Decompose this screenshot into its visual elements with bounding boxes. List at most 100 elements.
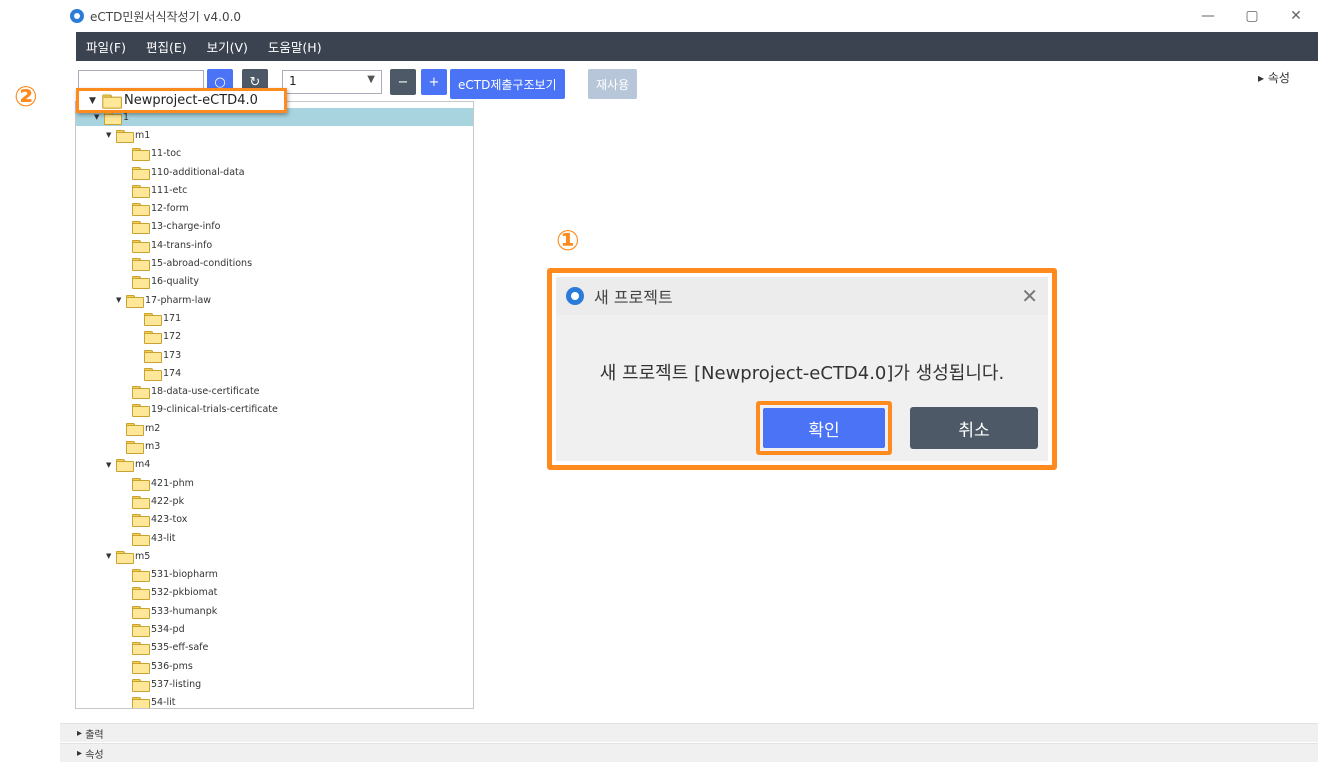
folder-icon	[116, 550, 134, 564]
tree-node[interactable]: m3	[76, 437, 160, 455]
menu-file[interactable]: 파일(F)	[76, 37, 136, 56]
tree-node[interactable]: 13-charge-info	[76, 218, 220, 236]
tree-node-label: m3	[145, 441, 161, 453]
expand-arrow-icon[interactable]: ▼	[106, 461, 116, 469]
tree-node[interactable]: 16-quality	[76, 273, 199, 291]
folder-icon	[132, 678, 150, 692]
expand-arrow-icon[interactable]: ▼	[106, 552, 116, 560]
tree-node[interactable]: ▼ m5	[76, 547, 150, 565]
tree-node[interactable]: m2	[76, 419, 160, 437]
tree-node[interactable]: 14-trans-info	[76, 236, 212, 254]
tree-node-label: 19-clinical-trials-certificate	[151, 404, 278, 416]
properties-label: 속성	[85, 749, 104, 761]
tree-node[interactable]: 171	[76, 309, 181, 327]
tree-node[interactable]: 173	[76, 346, 181, 364]
tree-node-label: 110-additional-data	[151, 166, 245, 178]
tree-node[interactable]: 537-listing	[76, 675, 201, 693]
maximize-button[interactable]: ▢	[1230, 0, 1274, 32]
tree-node[interactable]: 533-humanpk	[76, 602, 217, 620]
folder-icon	[116, 129, 134, 143]
tree-node-label: 422-pk	[151, 495, 185, 507]
tree-node[interactable]: 532-pkbiomat	[76, 584, 217, 602]
tree-node-label: 534-pd	[151, 624, 185, 636]
tree-node[interactable]: 15-abroad-conditions	[76, 254, 252, 272]
folder-icon	[116, 459, 134, 473]
tree-node[interactable]: ▼ m1	[76, 126, 150, 144]
tree-node[interactable]: 18-data-use-certificate	[76, 383, 260, 401]
root-node-label: Newproject-eCTD4.0	[124, 93, 258, 108]
close-icon[interactable]: ✕	[1021, 284, 1038, 308]
marker-two: ②	[14, 80, 38, 113]
folder-icon	[132, 203, 150, 217]
level-select[interactable]: 1 ▼	[282, 70, 382, 94]
chevron-down-icon: ▼	[367, 74, 375, 85]
menu-bar: 파일(F) 편집(E) 보기(V) 도움말(H)	[76, 32, 1318, 61]
menu-help[interactable]: 도움말(H)	[258, 37, 332, 56]
collapse-button[interactable]: −	[390, 69, 416, 95]
tree-node[interactable]: 534-pd	[76, 620, 185, 638]
dialog-body: 새 프로젝트 ✕ 새 프로젝트 [Newproject-eCTD4.0]가 생성…	[556, 277, 1048, 461]
tree-node[interactable]: 535-eff-safe	[76, 639, 208, 657]
properties-panel-toggle[interactable]: ▸ 속성	[60, 743, 1318, 762]
folder-icon	[132, 166, 150, 180]
tree-node-label: m4	[135, 459, 151, 471]
tree-node[interactable]: 11-toc	[76, 145, 181, 163]
level-select-value: 1	[289, 74, 297, 88]
app-logo-icon	[566, 287, 584, 305]
ok-button-highlight: 확인	[756, 401, 892, 455]
tree-node[interactable]: 536-pms	[76, 657, 193, 675]
tree-node-label: 18-data-use-certificate	[151, 386, 260, 398]
view-structure-button[interactable]: eCTD제출구조보기	[450, 69, 565, 99]
folder-icon	[132, 660, 150, 674]
tree-node[interactable]: 421-phm	[76, 474, 194, 492]
tree-node[interactable]: ▼ 17-pharm-law	[76, 291, 211, 309]
folder-icon	[132, 642, 150, 656]
menu-view[interactable]: 보기(V)	[197, 37, 258, 56]
minus-icon: −	[397, 74, 409, 90]
tree-node[interactable]: 43-lit	[76, 529, 176, 547]
tree-node[interactable]: 174	[76, 364, 181, 382]
tree-node-label: 172	[163, 331, 182, 343]
tree-node-label: m1	[135, 129, 151, 141]
folder-icon	[144, 331, 162, 345]
ok-button[interactable]: 확인	[763, 408, 885, 448]
tree-node-label: 423-tox	[151, 514, 188, 526]
folder-icon	[132, 276, 150, 290]
tree-node[interactable]: 19-clinical-trials-certificate	[76, 401, 278, 419]
output-panel-toggle[interactable]: ▸ 출력	[60, 723, 1318, 742]
tree-node[interactable]: 422-pk	[76, 492, 184, 510]
expand-button[interactable]: +	[421, 69, 447, 95]
cancel-button[interactable]: 취소	[910, 407, 1038, 449]
tree-node[interactable]: 423-tox	[76, 511, 187, 529]
folder-icon	[144, 312, 162, 326]
tree-node[interactable]: 111-etc	[76, 181, 187, 199]
tree-node[interactable]: 54-lit	[76, 694, 176, 708]
tree-node[interactable]: 12-form	[76, 200, 189, 218]
expand-arrow-icon[interactable]: ▼	[106, 131, 116, 139]
tree-node-label: 174	[163, 367, 182, 379]
dialog-title: 새 프로젝트	[594, 288, 673, 307]
tree-node[interactable]: ▼ m4	[76, 456, 150, 474]
tree-node[interactable]: 110-additional-data	[76, 163, 245, 181]
tree-node[interactable]: 531-biopharm	[76, 566, 218, 584]
root-node-highlight[interactable]: ▼ Newproject-eCTD4.0	[76, 88, 287, 113]
tree-node[interactable]: 172	[76, 328, 181, 346]
properties-toggle[interactable]: ▸ 속성	[1258, 69, 1318, 86]
minimize-button[interactable]: —	[1186, 0, 1230, 32]
folder-icon	[126, 441, 144, 455]
chevron-right-icon: ▸	[77, 727, 86, 739]
tree-node-label: m2	[145, 422, 161, 434]
new-project-dialog: 새 프로젝트 ✕ 새 프로젝트 [Newproject-eCTD4.0]가 생성…	[547, 268, 1057, 470]
tree-node-label: 12-form	[151, 203, 189, 215]
expand-arrow-icon[interactable]: ▼	[116, 296, 126, 304]
folder-icon	[132, 184, 150, 198]
folder-icon	[132, 221, 150, 235]
folder-icon	[132, 404, 150, 418]
folder-icon	[132, 587, 150, 601]
expand-arrow-icon[interactable]: ▼	[94, 113, 104, 121]
tree-node-label: m5	[135, 550, 151, 562]
reuse-button[interactable]: 재사용	[588, 69, 638, 99]
tree-node-label: 531-biopharm	[151, 569, 218, 581]
close-window-button[interactable]: ✕	[1274, 0, 1318, 32]
menu-edit[interactable]: 편집(E)	[136, 37, 197, 56]
